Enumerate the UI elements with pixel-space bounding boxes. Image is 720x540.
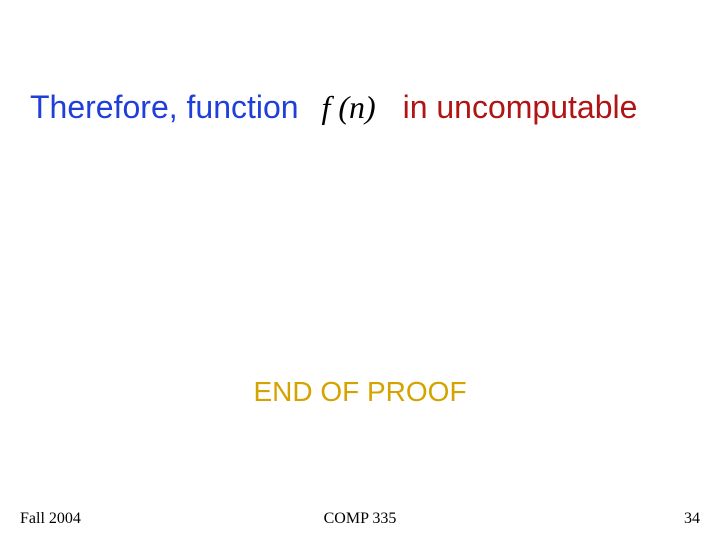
headline-suffix: in uncomputable — [403, 89, 638, 125]
slide: Therefore, function f (n) in uncomputabl… — [0, 0, 720, 540]
headline-prefix: Therefore, function — [30, 89, 299, 125]
footer: Fall 2004 COMP 335 34 — [0, 504, 720, 528]
footer-right: 34 — [684, 510, 700, 528]
end-of-proof: END OF PROOF — [0, 376, 720, 408]
headline: Therefore, function f (n) in uncomputabl… — [30, 88, 690, 126]
headline-math: f (n) — [307, 89, 393, 125]
footer-center: COMP 335 — [0, 510, 720, 528]
